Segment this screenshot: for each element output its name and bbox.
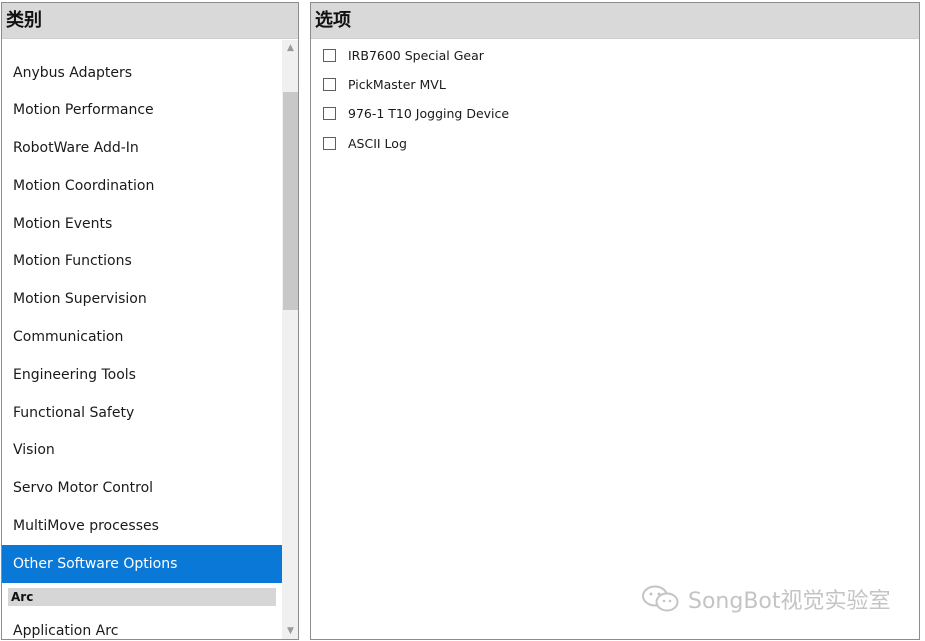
scroll-thumb[interactable] <box>283 92 298 310</box>
category-panel: 类别 Anybus Adapters Motion Performance Ro… <box>1 2 299 640</box>
option-label: IRB7600 Special Gear <box>348 47 484 63</box>
options-panel: 选项 IRB7600 Special Gear PickMaster MVL 9… <box>310 2 920 640</box>
group-header-arc: Arc <box>8 588 276 606</box>
category-item-robotware-add-in[interactable]: RobotWare Add-In <box>2 129 282 167</box>
option-row[interactable]: ASCII Log <box>323 132 407 154</box>
option-row[interactable]: IRB7600 Special Gear <box>323 44 484 66</box>
category-item-functional-safety[interactable]: Functional Safety <box>2 394 282 432</box>
category-item-motion-supervision[interactable]: Motion Supervision <box>2 280 282 318</box>
option-label: 976-1 T10 Jogging Device <box>348 105 510 121</box>
watermark-text: SongBot视觉实验室 <box>688 589 891 614</box>
category-item-application-arc[interactable]: Application Arc <box>2 612 282 639</box>
option-row[interactable]: 976-1 T10 Jogging Device <box>323 102 509 124</box>
option-row[interactable]: PickMaster MVL <box>323 73 446 95</box>
option-label: ASCII Log <box>348 135 407 151</box>
category-item-other-software-options[interactable]: Other Software Options <box>2 545 282 583</box>
scroll-down-arrow-icon[interactable]: ▼ <box>282 623 298 639</box>
category-item-motion-performance[interactable]: Motion Performance <box>2 91 282 129</box>
option-checkbox[interactable] <box>323 136 336 150</box>
option-checkbox[interactable] <box>323 77 336 91</box>
category-item-engineering-tools[interactable]: Engineering Tools <box>2 356 282 394</box>
category-item-motion-coordination[interactable]: Motion Coordination <box>2 167 282 205</box>
options-panel-header: 选项 <box>311 3 919 39</box>
category-item-multimove-processes[interactable]: MultiMove processes <box>2 507 282 545</box>
option-checkbox[interactable] <box>323 106 336 120</box>
category-list: Anybus Adapters Motion Performance Robot… <box>2 40 282 639</box>
category-item-vision[interactable]: Vision <box>2 431 282 469</box>
category-item-motion-functions[interactable]: Motion Functions <box>2 242 282 280</box>
option-checkbox[interactable] <box>323 48 336 62</box>
category-item-communication[interactable]: Communication <box>2 318 282 356</box>
category-item-servo-motor-control[interactable]: Servo Motor Control <box>2 469 282 507</box>
category-panel-header: 类别 <box>2 3 298 39</box>
option-label: PickMaster MVL <box>348 76 446 92</box>
watermark: SongBot视觉实验室 <box>640 584 891 614</box>
category-item-motion-events[interactable]: Motion Events <box>2 205 282 243</box>
category-scrollbar[interactable]: ▲ ▼ <box>282 40 298 639</box>
wechat-icon <box>642 585 679 612</box>
category-item-anybus-adapters[interactable]: Anybus Adapters <box>2 54 282 92</box>
scroll-up-arrow-icon[interactable]: ▲ <box>282 40 298 57</box>
